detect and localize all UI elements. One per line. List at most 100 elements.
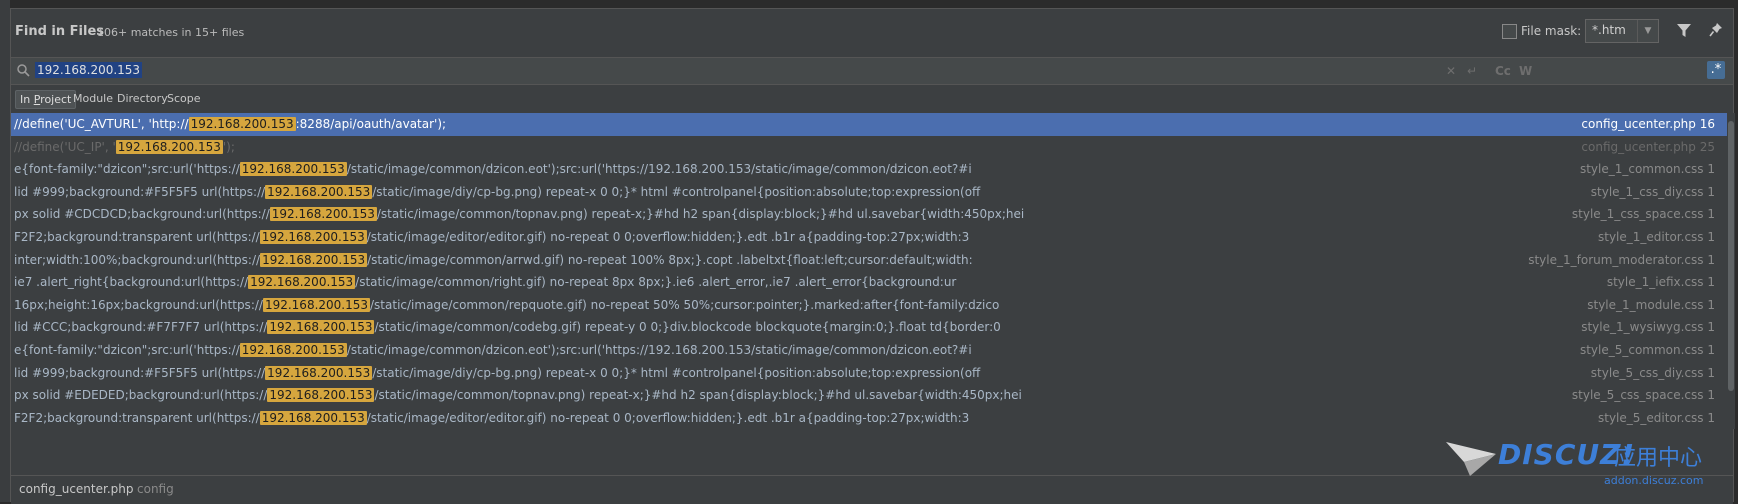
result-code-before: F2F2;background:transparent url(https:// <box>14 230 260 244</box>
match-highlight: 192.168.200.153 <box>260 252 368 267</box>
result-row[interactable]: px solid #CDCDCD;background:url(https://… <box>11 203 1727 226</box>
tab-in-project[interactable]: In Project <box>15 90 77 109</box>
result-code: F2F2;background:transparent url(https://… <box>14 410 970 425</box>
result-code-before: //define('UC_AVTURL', 'http:// <box>14 117 189 131</box>
match-highlight: 192.168.200.153 <box>262 297 371 312</box>
match-count: 106+ matches in 15+ files <box>97 26 245 39</box>
result-code-after: /static/image/common/codebg.gif) repeat-… <box>374 320 1001 335</box>
results-list: //define('UC_AVTURL', 'http:// 192.168.20… <box>11 113 1727 429</box>
result-file: style_5_css_space.css 1 <box>1571 388 1715 403</box>
result-code-before: e{font-family:"dzicon";src:url('https:// <box>14 162 240 177</box>
result-file: style_1_css_space.css 1 <box>1571 207 1715 222</box>
result-file: style_1_forum_moderator.css 1 <box>1528 252 1715 267</box>
result-row[interactable]: e{font-family:"dzicon";src:url('https://… <box>11 158 1727 181</box>
result-row[interactable]: lid #999;background:#F5F5F5 url(https://… <box>11 362 1727 385</box>
result-file: style_5_editor.css 1 <box>1598 410 1715 425</box>
result-code-after: :8288/api/oauth/avatar'); <box>295 117 447 131</box>
results-scrollbar[interactable] <box>1727 113 1735 429</box>
dropdown-arrow-icon[interactable]: ▼ <box>1637 20 1658 42</box>
result-code-after: /static/image/common/dzicon.eot');src:ur… <box>346 343 972 357</box>
result-code: ie7 .alert_right{background:url(https://… <box>14 275 957 290</box>
result-file: style_5_css_diy.css 1 <box>1590 365 1715 380</box>
result-code: e{font-family:"dzicon";src:url('https://… <box>14 343 972 357</box>
result-code-before: inter;width:100%;background:url(https:// <box>14 252 261 267</box>
result-row[interactable]: ie7 .alert_right{background:url(https://… <box>11 271 1727 294</box>
result-row[interactable]: lid #CCC;background:#F7F7F7 url(https://… <box>11 316 1727 339</box>
find-in-files-popup: Find in Files 106+ matches in 15+ files … <box>10 8 1735 504</box>
result-code-after: /static/image/common/topnav.png) repeat-… <box>376 207 1025 222</box>
match-highlight: 192.168.200.153 <box>248 275 356 290</box>
result-file: style_1_iefix.css 1 <box>1606 275 1715 290</box>
regex-icon[interactable]: .* <box>1707 61 1725 79</box>
result-row[interactable]: lid #999;background:#F5F5F5 url(https://… <box>11 181 1727 204</box>
result-code: e{font-family:"dzicon";src:url('https://… <box>14 162 972 177</box>
result-code-before: e{font-family:"dzicon";src:url('https:// <box>14 343 240 357</box>
result-row[interactable]: inter;width:100%;background:url(https://… <box>11 249 1727 272</box>
search-icon[interactable] <box>16 63 30 77</box>
match-highlight: 192.168.200.153 <box>115 139 223 154</box>
words-icon[interactable]: W <box>1519 64 1532 78</box>
result-code: lid #999;background:#F5F5F5 url(https://… <box>14 184 981 199</box>
result-code: px solid #CDCDCD;background:url(https://… <box>14 207 1025 222</box>
discuz-watermark: DISCUZ! 应用中心 addon.discuz.com <box>1444 430 1734 496</box>
result-code-before: ie7 .alert_right{background:url(https:// <box>14 275 249 290</box>
result-code: 16px;height:16px;background:url(https://… <box>14 297 999 312</box>
clear-icon[interactable]: ✕ <box>1446 64 1456 78</box>
paper-plane-icon <box>1446 442 1496 476</box>
search-input[interactable]: 192.168.200.153 <box>35 62 143 78</box>
result-code-after: '); <box>222 139 235 154</box>
result-row[interactable]: F2F2;background:transparent url(https://… <box>11 407 1727 429</box>
result-code-before: px solid #EDEDED;background:url(https:// <box>14 388 268 403</box>
result-code-after: /static/image/common/arrwd.gif) no-repea… <box>367 252 973 267</box>
editor-gutter <box>0 0 10 502</box>
match-highlight: 192.168.200.153 <box>239 162 347 177</box>
result-code: //define('UC_IP', ' 192.168.200.153 '); <box>14 139 235 154</box>
file-mask-checkbox[interactable] <box>1502 24 1517 39</box>
result-row[interactable]: //define('UC_AVTURL', 'http://192.168.20… <box>11 113 1727 136</box>
match-highlight: 192.168.200.153 <box>265 184 373 199</box>
pin-icon[interactable] <box>1708 21 1724 39</box>
filter-icon[interactable] <box>1676 21 1692 39</box>
result-code-before: lid #999;background:#F5F5F5 url(https:// <box>14 365 266 380</box>
result-file: style_1_css_diy.css 1 <box>1590 184 1715 199</box>
tab-module[interactable]: Module <box>69 90 117 107</box>
result-code-after: /static/image/editor/editor.gif) no-repe… <box>366 410 970 425</box>
popup-header: Find in Files 106+ matches in 15+ files … <box>11 9 1733 55</box>
scrollbar-thumb[interactable] <box>1728 121 1734 391</box>
result-code: //define('UC_AVTURL', 'http://192.168.20… <box>14 117 446 131</box>
result-row[interactable]: 16px;height:16px;background:url(https://… <box>11 294 1727 317</box>
result-row[interactable]: //define('UC_IP', ' 192.168.200.153 '); con… <box>11 136 1727 159</box>
result-code: lid #CCC;background:#F7F7F7 url(https://… <box>14 320 1001 335</box>
result-row[interactable]: F2F2;background:transparent url(https://… <box>11 226 1727 249</box>
result-code: lid #999;background:#F5F5F5 url(https://… <box>14 365 981 380</box>
popup-title: Find in Files <box>15 24 105 39</box>
preview-file-name: config_ucenter.php <box>19 482 134 496</box>
result-code: inter;width:100%;background:url(https://… <box>14 252 973 267</box>
match-highlight: 192.168.200.153 <box>269 207 377 222</box>
file-mask-combo[interactable]: *.htm ▼ <box>1585 19 1659 43</box>
result-file: style_1_common.css 1 <box>1579 162 1715 177</box>
result-file: style_1_editor.css 1 <box>1598 230 1715 244</box>
result-code-after: /static/image/common/topnav.png) repeat-… <box>374 388 1022 403</box>
result-code-before: F2F2;background:transparent url(https:// <box>14 410 260 425</box>
result-row[interactable]: px solid #EDEDED;background:url(https://… <box>11 384 1727 407</box>
result-code-after: /static/image/diy/cp-bg.png) repeat-x 0 … <box>372 365 981 380</box>
result-row[interactable]: e{font-family:"dzicon";src:url('https://… <box>11 339 1727 362</box>
result-code-after: /static/image/editor/editor.gif) no-repe… <box>366 230 970 244</box>
newline-icon[interactable]: ↵ <box>1467 64 1477 78</box>
result-code-after: /static/image/common/dzicon.eot');src:ur… <box>346 162 972 177</box>
search-bar: 192.168.200.153 ✕ ↵ Cc W .* <box>11 57 1733 85</box>
match-highlight: 192.168.200.153 <box>239 343 347 357</box>
watermark-sub: addon.discuz.com <box>1604 474 1704 487</box>
preview-file-path: config <box>137 482 174 496</box>
match-highlight: 192.168.200.153 <box>265 365 373 380</box>
match-case-icon[interactable]: Cc <box>1495 64 1511 78</box>
tab-scope[interactable]: Scope <box>163 90 205 107</box>
result-file: style_5_common.css 1 <box>1579 343 1715 357</box>
file-mask-value: *.htm <box>1592 23 1626 37</box>
result-code-after: /static/image/diy/cp-bg.png) repeat-x 0 … <box>372 184 981 199</box>
result-code-before: //define('UC_IP', ' <box>14 139 116 154</box>
result-code-after: /static/image/common/right.gif) no-repea… <box>355 275 957 290</box>
file-mask-label[interactable]: File mask: <box>1521 24 1581 38</box>
result-code-before: lid #CCC;background:#F7F7F7 url(https:// <box>14 320 268 335</box>
